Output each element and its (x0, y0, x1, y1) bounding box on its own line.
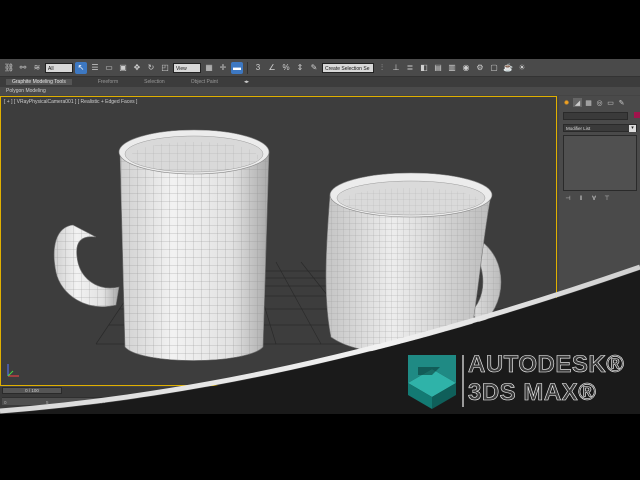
tab-graphite-modeling-tools[interactable]: Graphite Modeling Tools (6, 79, 72, 85)
remove-modifier-icon[interactable]: ⊤ (602, 195, 612, 203)
angle-snap-icon[interactable]: ∠ (266, 62, 278, 74)
3ds-max-logo (408, 355, 456, 409)
edit-named-selection-icon[interactable]: ✎ (308, 62, 320, 74)
pin-stack-icon[interactable]: ⊣ (563, 195, 573, 203)
named-selection-dropdown[interactable]: Create Selection Se (322, 62, 374, 73)
motion-tab-icon[interactable]: ◎ (595, 98, 604, 107)
autodesk-3ds-max-branding: AUTODESK® 3DS MAX® (406, 351, 636, 413)
rectangle-selection-icon[interactable]: ▭ (103, 62, 115, 74)
layer-manager-icon[interactable]: ≣ (404, 62, 416, 74)
create-tab-icon[interactable]: ✹ (562, 98, 571, 107)
ribbon-panel-polygon-modeling[interactable]: Polygon Modeling (0, 87, 640, 95)
align-icon[interactable]: ⊥ (390, 62, 402, 74)
object-name-field[interactable] (563, 112, 628, 120)
select-link-icon[interactable]: ⛓ (3, 62, 15, 74)
time-slider[interactable]: 0 / 100 (2, 387, 62, 394)
show-end-result-icon[interactable]: ‖ (576, 195, 586, 203)
reference-coordinate-dropdown[interactable]: View (173, 62, 201, 73)
mug-left (53, 129, 270, 361)
hierarchy-tab-icon[interactable]: ▦ (584, 98, 593, 107)
rendered-frame-window-icon[interactable]: ▢ (488, 62, 500, 74)
modifier-stack[interactable] (563, 135, 637, 191)
make-unique-icon[interactable]: ∀ (589, 195, 599, 203)
scene-render (53, 129, 556, 361)
unlink-icon[interactable]: ⚯ (17, 62, 29, 74)
object-name-row (559, 109, 640, 120)
brand-3ds-max-text: 3DS MAX® (468, 379, 597, 407)
snaps-toggle-icon[interactable]: 3 (252, 62, 264, 74)
render-production-icon[interactable]: ☕ (502, 62, 514, 74)
mirror-icon[interactable]: ⫶ (376, 62, 388, 74)
track-tick: 15 (100, 400, 106, 405)
modify-tab-icon[interactable]: ◢ (573, 98, 582, 107)
axis-tripod-icon (7, 364, 19, 377)
display-tab-icon[interactable]: ▭ (606, 98, 615, 107)
percent-snap-icon[interactable]: % (280, 62, 292, 74)
track-tick: 0 (4, 400, 7, 405)
toolbar-divider (247, 61, 248, 74)
ribbon-toggle-icon[interactable]: ◂▸ (244, 79, 249, 85)
stack-buttons: ⊣ ‖ ∀ ⊤ (559, 191, 640, 207)
track-tick: 10 (74, 400, 80, 405)
select-object-icon[interactable]: ↖ (75, 61, 87, 74)
object-color-swatch[interactable] (634, 111, 640, 118)
ribbon-tab-bar: Graphite Modeling Tools Freeform Selecti… (0, 77, 640, 87)
select-manipulate-icon[interactable]: ✛ (217, 62, 229, 74)
tab-freeform[interactable]: Freeform (98, 79, 118, 85)
modifier-list-label: Modifier List (566, 126, 591, 131)
rotate-icon[interactable]: ↻ (145, 62, 157, 74)
schematic-view-icon[interactable]: ▥ (446, 62, 458, 74)
brand-divider (462, 355, 464, 407)
select-by-name-icon[interactable]: ☰ (89, 62, 101, 74)
move-icon[interactable]: ✥ (131, 62, 143, 74)
command-panel: ✹ ◢ ▦ ◎ ▭ ✎ Modifier List ▾ ⊣ ‖ ∀ ⊤ (559, 96, 640, 386)
render-setup-icon[interactable]: ⚙ (474, 62, 486, 74)
track-tick: 5 (46, 400, 49, 405)
bind-spacewarp-icon[interactable]: ≋ (31, 62, 43, 74)
modifier-list-dropdown[interactable]: Modifier List ▾ (563, 124, 637, 132)
scale-icon[interactable]: ◰ (159, 62, 171, 74)
chevron-down-icon: ▾ (629, 125, 636, 132)
tab-object-paint[interactable]: Object Paint (191, 79, 218, 85)
window-crossing-icon[interactable]: ▣ (117, 62, 129, 74)
curve-editor-icon[interactable]: ▤ (432, 62, 444, 74)
spinner-snap-icon[interactable]: ⇕ (294, 62, 306, 74)
mug-right (325, 172, 502, 354)
pivot-center-icon[interactable]: ▦ (203, 62, 215, 74)
render-iterative-icon[interactable]: ☀ (516, 62, 528, 74)
material-editor-icon[interactable]: ◉ (460, 62, 472, 74)
command-panel-tabs: ✹ ◢ ▦ ◎ ▭ ✎ (559, 96, 640, 109)
graphite-tools-icon[interactable]: ◧ (418, 62, 430, 74)
brand-autodesk-text: AUTODESK® (468, 351, 625, 379)
selection-filter-dropdown[interactable]: All (45, 62, 73, 73)
track-bar[interactable]: 0 5 10 15 (2, 397, 402, 405)
main-toolbar: ⛓ ⚯ ≋ All ↖ ☰ ▭ ▣ ✥ ↻ ◰ View ▦ ✛ ▬ 3 ∠ %… (0, 59, 640, 77)
keyboard-shortcut-override-icon[interactable]: ▬ (231, 61, 243, 74)
tab-selection[interactable]: Selection (144, 79, 165, 85)
utilities-tab-icon[interactable]: ✎ (617, 98, 626, 107)
perspective-viewport[interactable]: [ + ] [ VRayPhysicalCamera001 ] [ Realis… (0, 96, 557, 386)
